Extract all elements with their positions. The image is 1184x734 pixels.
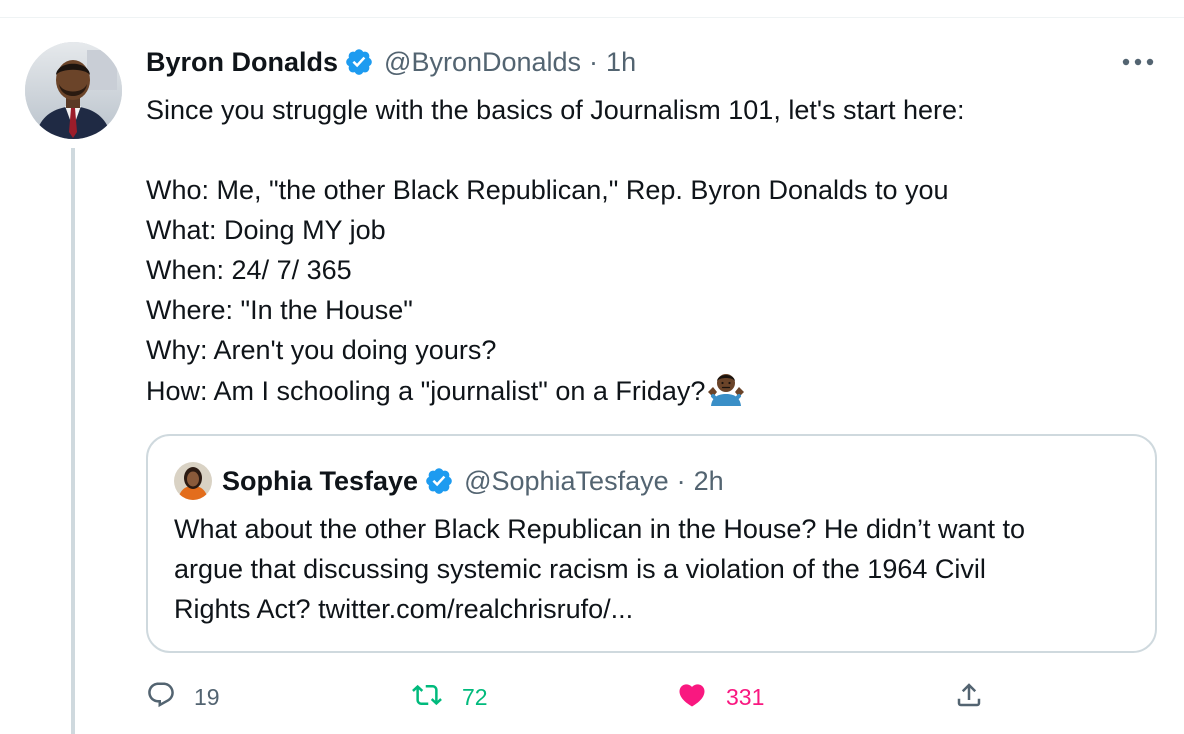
author-name[interactable]: Byron Donalds [146, 47, 338, 78]
quoted-tweet-text: What about the other Black Republican in… [174, 509, 1144, 629]
author-avatar[interactable] [25, 42, 122, 139]
reply-icon [146, 680, 176, 715]
quoted-tweet[interactable]: Sophia Tesfaye @SophiaTesfaye · 2h What … [146, 434, 1157, 653]
quoted-verified-badge-icon [424, 466, 454, 496]
quoted-author-handle[interactable]: @SophiaTesfaye [464, 466, 669, 497]
quoted-profile-photo [174, 462, 212, 500]
tweet-line: Where: "In the House" [146, 295, 413, 325]
tweet-line: Since you struggle with the basics of Jo… [146, 95, 965, 125]
quoted-header-separator: · [676, 465, 686, 496]
quoted-tweet-header: Sophia Tesfaye @SophiaTesfaye · 2h [174, 462, 724, 500]
tweet-line-last: How: Am I schooling a "journalist" on a … [146, 370, 1156, 410]
tweet-line-text: How: Am I schooling a "journalist" on a … [146, 376, 706, 406]
tweet-line: Who: Me, "the other Black Republican," R… [146, 175, 949, 205]
share-button[interactable] [954, 672, 984, 722]
profile-photo [25, 42, 122, 139]
tweet-line: When: 24/ 7/ 365 [146, 255, 352, 285]
like-count: 331 [726, 683, 765, 710]
tweet-actions: 19 72 331 [146, 672, 1156, 722]
quoted-author-name[interactable]: Sophia Tesfaye [222, 466, 418, 497]
retweet-icon [410, 680, 444, 715]
top-divider [0, 17, 1184, 18]
retweet-button[interactable]: 72 [410, 672, 488, 722]
quoted-timestamp[interactable]: 2h [694, 466, 724, 497]
retweet-count: 72 [462, 683, 488, 710]
share-icon [954, 680, 984, 715]
tweet-text: Since you struggle with the basics of Jo… [146, 90, 1156, 410]
author-handle[interactable]: @ByronDonalds [384, 47, 581, 78]
quoted-tweet-line: What about the other Black Republican in… [174, 514, 1026, 544]
header-separator: · [589, 46, 599, 77]
quoted-tweet-line: argue that discussing systemic racism is… [174, 554, 986, 584]
like-button[interactable]: 331 [676, 672, 764, 722]
tweet-line: What: Doing MY job [146, 215, 386, 245]
man-shrugging-emoji [707, 370, 745, 408]
more-icon[interactable] [1118, 48, 1158, 76]
tweet-header: Byron Donalds @ByronDonalds · 1h [146, 44, 636, 80]
verified-badge-icon [344, 47, 374, 77]
reply-button[interactable]: 19 [146, 672, 220, 722]
quoted-tweet-line: Rights Act? twitter.com/realchrisrufo/..… [174, 594, 634, 624]
quoted-author-avatar[interactable] [174, 462, 212, 500]
heart-icon [676, 680, 708, 715]
reply-count: 19 [194, 683, 220, 710]
thread-line [71, 148, 75, 734]
tweet-line: Why: Aren't you doing yours? [146, 335, 497, 365]
tweet-timestamp[interactable]: 1h [606, 47, 636, 78]
